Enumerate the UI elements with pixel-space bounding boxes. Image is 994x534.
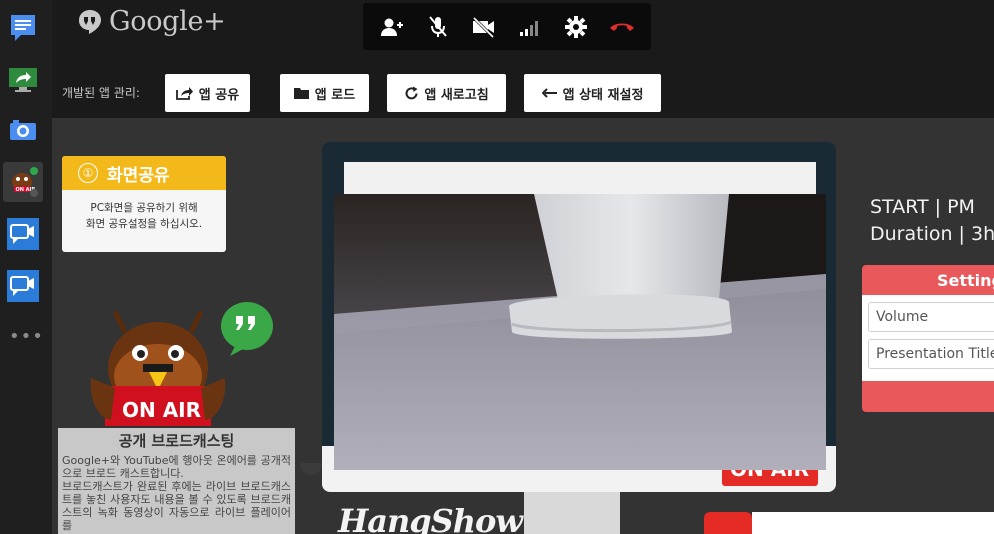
brand-logo: Google+ [78, 6, 226, 37]
folder-icon [293, 87, 309, 99]
app-share-button[interactable]: 앱 공유 [165, 74, 250, 112]
app-load-label: 앱 로드 [314, 87, 356, 103]
mute-mic-icon[interactable] [423, 12, 453, 42]
brand-name: Google+ [109, 6, 226, 37]
add-person-icon[interactable] [377, 12, 407, 42]
broadcast-description-1: Google+와 YouTube에 행아웃 온에어를 공개적으로 브로드 캐스트… [62, 454, 291, 480]
share-icon [175, 87, 193, 100]
public-broadcast-panel: 공개 브로드캐스팅 Google+와 YouTube에 행아웃 온에어를 공개적… [58, 428, 295, 534]
presentation-title-field[interactable]: Presentation Title [868, 339, 994, 369]
screenshare-icon[interactable] [7, 64, 39, 96]
app-rail: ON AIR ••• [0, 0, 52, 534]
app-management-label: 개발된 앱 관리: [62, 86, 140, 100]
hangshow-logo: HangShow [338, 502, 523, 534]
settings-gear-icon[interactable] [561, 12, 591, 42]
step-card-screenshare[interactable]: ① 화면공유 PC화면을 공유하기 위해 화면 공유설정을 하십시오. [62, 156, 226, 252]
app-refresh-button[interactable]: 앱 새로고침 [387, 74, 506, 112]
step-number: ① [78, 163, 98, 183]
camera-icon[interactable] [7, 114, 39, 146]
signal-icon[interactable] [515, 12, 545, 42]
broadcast-description-2: 브로드캐스트가 완료된 후에는 라이브 브로드캐스트를 놓친 사용자도 내용을 … [62, 480, 291, 532]
duration: Duration | 3h : [870, 223, 994, 245]
settings-form: Volume Presentation Title [862, 295, 994, 381]
hangup-icon[interactable] [607, 12, 637, 42]
screen-top-strip [344, 162, 816, 194]
hangouts-window: ON AIR ••• Google+ 개발된 앱 관리: 앱 공유 앱 로드 앱… [0, 0, 994, 534]
camera-off-icon[interactable] [469, 12, 499, 42]
app-reset-button[interactable]: 앱 상태 재설정 [524, 74, 661, 112]
step-line-2: 화면 공유설정을 하십시오. [85, 218, 203, 230]
broadcast-title: 공개 브로드캐스팅 [118, 432, 235, 450]
refresh-icon [405, 86, 418, 99]
app-share-label: 앱 공유 [198, 87, 240, 103]
app-stage: ① 화면공유 PC화면을 공유하기 위해 화면 공유설정을 하십시오. ON A… [52, 118, 994, 534]
app-reset-label: 앱 상태 재설정 [562, 87, 644, 103]
settings-panel: Setting Volume Presentation Title [862, 265, 994, 412]
camera-feed [334, 194, 826, 470]
step-line-1: PC화면을 공유하기 위해 [90, 202, 198, 214]
step-header: ① 화면공유 [62, 156, 226, 190]
step-description: PC화면을 공유하기 위해 화면 공유설정을 하십시오. [62, 190, 226, 232]
youtube-panel [752, 512, 994, 534]
youtube-icon [704, 512, 752, 534]
video-app-icon[interactable] [7, 218, 39, 250]
app-load-button[interactable]: 앱 로드 [280, 74, 369, 112]
time-info: START | PM Duration | 3h : [870, 194, 994, 248]
back-arrow-icon [541, 88, 557, 98]
settings-title: Setting [937, 270, 994, 290]
call-controls [363, 3, 651, 50]
step-title: 화면공유 [107, 165, 170, 186]
more-icon[interactable]: ••• [9, 328, 44, 346]
video-app-icon-2[interactable] [7, 270, 39, 302]
on-air-label: ON AIR [122, 398, 202, 422]
monitor-stand [524, 492, 620, 534]
hangouts-logo-icon [79, 9, 101, 34]
chat-icon[interactable] [7, 12, 39, 44]
webcam-dot [300, 463, 322, 475]
start-time: START | PM [870, 196, 975, 218]
android-app-icon[interactable]: ON AIR [3, 162, 43, 202]
app-refresh-label: 앱 새로고침 [424, 87, 489, 103]
top-bar: Google+ 개발된 앱 관리: 앱 공유 앱 로드 앱 새로고침 앱 상태 … [52, 0, 994, 118]
volume-field[interactable]: Volume [868, 302, 994, 332]
